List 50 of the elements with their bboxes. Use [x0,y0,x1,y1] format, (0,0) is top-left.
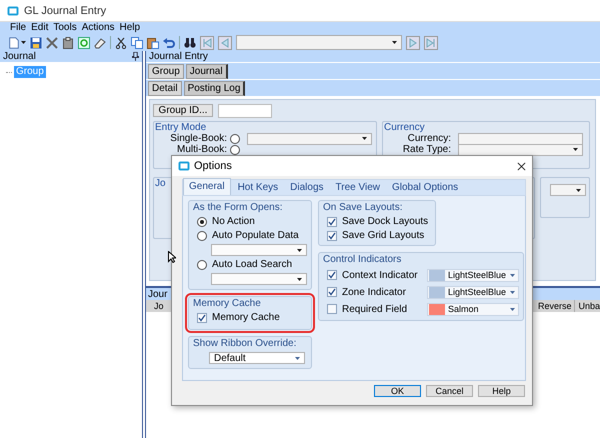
radio-label: Auto Load Search [212,259,292,270]
group-title: Currency [383,122,426,133]
window-title: GL Journal Entry [24,4,106,16]
group-title: Memory Cache [193,298,261,309]
checkbox-label: Save Grid Layouts [342,230,424,241]
menu-item[interactable]: Help [120,22,140,34]
panel-title: Journal Entry [149,51,208,62]
color-dropdown[interactable]: LightSteelBlue [427,268,519,282]
tab[interactable]: Group [148,64,184,79]
dialog-button[interactable]: Help [478,385,525,397]
radio-label: No Action [212,216,255,227]
radio-label: Auto Populate Data [212,230,299,241]
group-title: Jo [154,178,167,189]
radio-label: Multi-Book: [176,144,227,155]
field-label: Currency: [406,133,451,144]
tab[interactable]: Hot Keys [232,180,284,195]
group-title: Show Ribbon Override: [193,338,296,349]
group-title: Entry Mode [154,122,208,133]
tab[interactable]: General [183,178,231,195]
group-title: Control Indicators [323,254,402,265]
dialog-button[interactable]: OK [374,385,421,397]
column-header[interactable]: Unba [575,300,600,312]
radio-label: Single-Book: [169,133,227,144]
tab[interactable]: Dialogs [285,180,329,195]
tab[interactable]: Posting Log [184,81,246,96]
checkbox-label: Memory Cache [212,312,280,323]
checkbox-label: Context Indicator [342,270,419,280]
color-dropdown[interactable]: Salmon [427,302,519,316]
menu-item[interactable]: File [10,22,26,34]
tab[interactable]: Global Options [386,180,464,195]
ribbon-dropdown[interactable]: Default [209,352,305,364]
checkbox-label: Zone Indicator [342,286,407,298]
grid-title: Jour [148,288,168,300]
color-dropdown[interactable]: LightSteelBlue [427,286,519,298]
panel-title: Journal [3,51,36,62]
tab[interactable]: Tree View [330,180,385,195]
dialog-title: Options [194,160,232,172]
menu-item[interactable]: Tools [53,22,77,34]
field-label: Rate Type: [402,144,451,155]
menu-item[interactable]: Actions [82,22,115,34]
dialog-button[interactable]: Cancel [426,385,473,397]
group-title: On Save Layouts: [323,202,402,213]
checkbox-label: Save Dock Layouts [342,216,428,227]
menu-item[interactable]: Edit [31,22,48,34]
group-title: As the Form Opens: [193,202,282,213]
column-header[interactable]: Reverse [534,300,576,312]
tab[interactable]: Detail [148,81,182,96]
group-id-button[interactable]: Group ID... [153,104,213,117]
tab[interactable]: Journal [186,64,228,79]
checkbox-label: Required Field [342,304,408,314]
